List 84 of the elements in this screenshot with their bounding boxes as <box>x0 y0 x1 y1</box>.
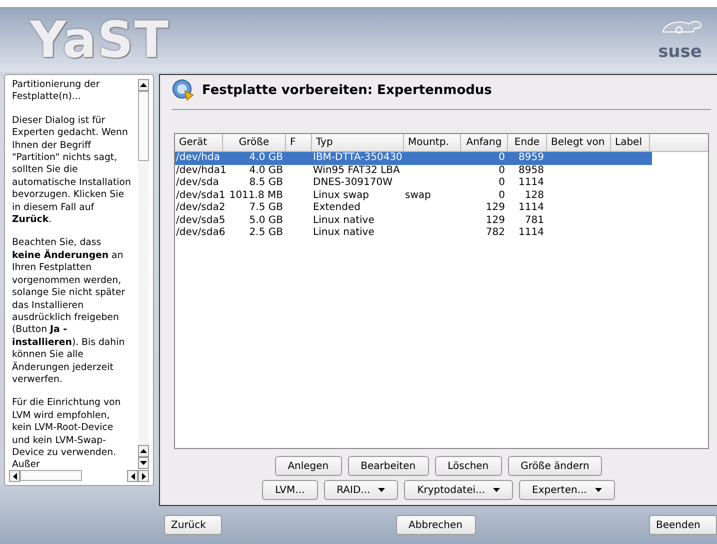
suse-logo: suse <box>655 18 705 61</box>
table-cell-text: 0 <box>498 164 506 177</box>
table-cell-text: 2.5 GB <box>248 227 284 240</box>
column-header[interactable]: Typ <box>312 134 404 151</box>
column-header[interactable]: F <box>286 134 312 151</box>
menu-button[interactable]: Experten... <box>519 480 615 500</box>
table-cell-text: 8.5 GB <box>248 177 284 190</box>
column-header[interactable]: Anfang <box>461 134 508 151</box>
disk-icon <box>172 79 194 101</box>
table-cell-text: 1114 <box>518 227 545 240</box>
column-header[interactable]: Gerät <box>175 134 223 151</box>
vertical-scrollbar[interactable] <box>138 79 149 469</box>
table-cell-text: 5.0 GB <box>248 214 284 227</box>
column-header[interactable]: Größe <box>223 134 286 151</box>
table-cell-text: 4.0 GB <box>248 152 284 164</box>
column-header[interactable]: Label <box>611 134 650 151</box>
table-row[interactable]: /dev/sda2 7.5 GB Extended 129 1114 <box>175 202 652 214</box>
table-cell-text: swap <box>404 190 432 202</box>
table-cell-text: 781 <box>524 214 545 227</box>
table-cell-text: Linux native <box>312 214 376 227</box>
column-header[interactable]: Ende <box>508 134 547 151</box>
action-button[interactable]: Anlegen <box>274 456 342 476</box>
table-cell-text: 782 <box>484 227 506 240</box>
table-cell-text: IBM-DTTA-350430 <box>312 152 404 164</box>
scroll-thumb[interactable] <box>20 470 82 481</box>
column-header[interactable]: Belegt von <box>547 134 611 151</box>
action-button[interactable]: Größe ändern <box>508 456 602 476</box>
table-cell: /dev/sda6 <box>175 227 223 240</box>
menu-button[interactable]: RAID... <box>324 480 398 500</box>
finish-button[interactable]: Beenden <box>649 515 717 535</box>
table-row[interactable]: /dev/hda 4.0 GB IBM-DTTA-350430 0 8959 <box>175 152 652 164</box>
help-paragraph: Beachten Sie, dass keine Änderungen an Ihren Festplatten vorgenommen werden, solange Sie nicht später das Installieren ausdrücklich freigeben (Button Ja - installieren). Bis dahin können Sie alle Änderungen jederzeit verwerfen. <box>12 237 126 386</box>
help-paragraph: Dieser Dialog ist für Experten gedacht. Wenn Ihnen der Begriff "Partition" nichts sagt, sollten Sie die automatische Installation bevorzugen. Klicken Sie in diesem Fall auf Zurück. <box>12 114 132 226</box>
table-cell-text: /dev/hda <box>175 152 221 164</box>
table-cell-text: 129 <box>484 214 506 227</box>
scroll-left-icon[interactable] <box>9 470 20 482</box>
table-cell: /dev/sda1 <box>175 190 223 202</box>
yast-logo: YaST <box>30 14 170 64</box>
table-row[interactable]: /dev/sda6 2.5 GB Linux native 782 1114 <box>175 227 652 240</box>
table-cell: /dev/sda2 <box>175 202 223 214</box>
table-row[interactable]: /dev/hda1 4.0 GB Win95 FAT32 LBA 0 8958 <box>175 164 652 177</box>
table-cell-text: 4.0 GB <box>248 164 284 177</box>
cancel-button[interactable]: Abbrechen <box>396 515 476 535</box>
column-header[interactable]: Mountp. <box>404 134 461 151</box>
scroll-up-icon[interactable] <box>138 445 149 457</box>
dialog-title: Festplatte vorbereiten: Expertenmodus <box>202 82 492 98</box>
help-paragraph: Partitionierung der Festplatte(n)... <box>12 79 101 104</box>
table-cell-text: 7.5 GB <box>248 202 284 214</box>
table-row[interactable]: /dev/sda5 5.0 GB Linux native 129 781 <box>175 214 652 227</box>
table-cell-text: 128 <box>524 190 545 202</box>
action-button[interactable]: Bearbeiten <box>348 456 429 476</box>
table-cell-text: 129 <box>484 202 506 214</box>
table-cell-text: DNES-309170W <box>312 177 394 190</box>
menu-button[interactable]: Kryptodatei... <box>404 480 514 500</box>
table-row[interactable]: /dev/sda 8.5 GB DNES-309170W 0 1114 <box>175 177 652 190</box>
table-cell-text: Linux swap <box>312 190 370 202</box>
action-button[interactable]: Löschen <box>434 456 502 476</box>
table-cell-text: Linux native <box>312 227 376 240</box>
scroll-thumb[interactable] <box>138 91 149 161</box>
table-cell-text: 0 <box>498 190 506 202</box>
table-cell-text: 0 <box>498 152 506 164</box>
back-button[interactable]: Zurück <box>164 515 222 535</box>
table-row[interactable]: /dev/sda1 1011.8 MB Linux swap swap 0 128 <box>175 190 652 202</box>
table-cell: /dev/sda5 <box>175 214 223 227</box>
scroll-up-icon[interactable] <box>138 79 149 91</box>
caret-icon <box>493 488 500 492</box>
table-cell-text: 1011.8 MB <box>228 190 284 202</box>
table-cell-text: 8958 <box>518 164 545 177</box>
scroll-down-icon[interactable] <box>138 457 149 469</box>
scroll-right-icon[interactable] <box>138 470 149 482</box>
help-paragraph: Für die Einrichtung von LVM wird empfohlen, kein LVM-Root-Device und kein LVM-Swap-Device zu verwenden. Außer <box>12 397 122 469</box>
table-cell-text: /dev/sda <box>175 177 220 190</box>
table-cell-text: 8959 <box>518 152 545 164</box>
table-cell-text: Win95 FAT32 LBA <box>312 164 401 177</box>
table-cell: /dev/hda1 <box>175 164 223 177</box>
scroll-left-icon[interactable] <box>127 470 138 482</box>
action-button[interactable]: LVM... <box>262 480 318 500</box>
table-cell-text: Extended <box>312 202 362 214</box>
caret-icon <box>594 488 602 492</box>
table-cell-text: 1114 <box>518 202 545 214</box>
caret-icon <box>378 488 386 492</box>
table-cell-text: 0 <box>498 177 506 190</box>
horizontal-scrollbar[interactable] <box>9 470 149 481</box>
table-cell-text: 1114 <box>518 177 545 190</box>
